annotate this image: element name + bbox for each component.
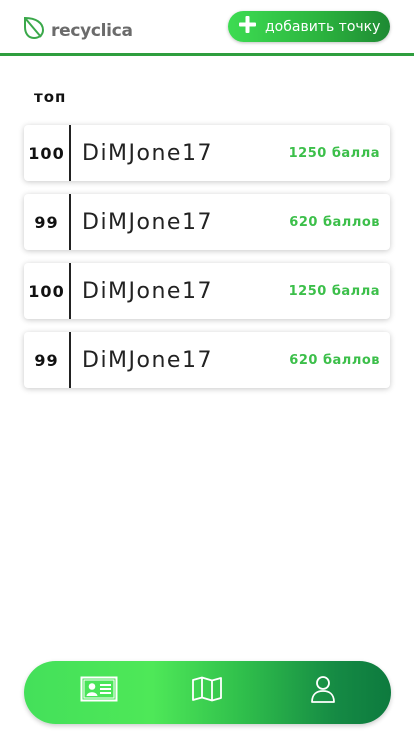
points-value: 1250 балла: [288, 283, 380, 299]
id-card-icon: [80, 676, 118, 707]
rank-value: 99: [34, 212, 59, 232]
leaderboard-list: 100 DiMJone17 1250 балла 99 DiMJone17 62…: [24, 125, 390, 401]
points-value: 620 баллов: [289, 352, 380, 368]
points-value: 1250 балла: [288, 145, 380, 161]
row-divider: [69, 263, 71, 319]
user-name: DiMJone17: [82, 209, 213, 235]
nav-map[interactable]: [189, 671, 225, 711]
row-divider: [69, 125, 71, 181]
nav-user[interactable]: [308, 671, 338, 711]
map-icon: [191, 676, 223, 707]
app-header: recyclica добавить точку: [0, 0, 414, 56]
user-name: DiMJone17: [82, 347, 213, 373]
user-name: DiMJone17: [82, 140, 213, 166]
leaderboard-row[interactable]: 100 DiMJone17 1250 балла: [24, 263, 390, 319]
leaderboard-row[interactable]: 99 DiMJone17 620 баллов: [24, 332, 390, 388]
logo[interactable]: recyclica: [22, 15, 133, 46]
points-value: 620 баллов: [289, 214, 380, 230]
plus-icon: [238, 15, 257, 39]
leaderboard-row[interactable]: 100 DiMJone17 1250 балла: [24, 125, 390, 181]
row-divider: [69, 332, 71, 388]
nav-profile-card[interactable]: [78, 671, 120, 711]
logo-text: recyclica: [51, 20, 133, 41]
section-title: топ: [34, 88, 67, 106]
leaderboard-row[interactable]: 99 DiMJone17 620 баллов: [24, 194, 390, 250]
add-point-button-label: добавить точку: [265, 18, 381, 35]
leaf-icon: [22, 15, 46, 46]
user-name: DiMJone17: [82, 278, 213, 304]
rank-value: 100: [28, 281, 65, 301]
row-divider: [69, 194, 71, 250]
rank-value: 99: [34, 350, 59, 370]
rank-value: 100: [28, 143, 65, 163]
bottom-nav: [24, 661, 391, 724]
add-point-button[interactable]: добавить точку: [228, 11, 390, 42]
user-icon: [310, 675, 336, 708]
